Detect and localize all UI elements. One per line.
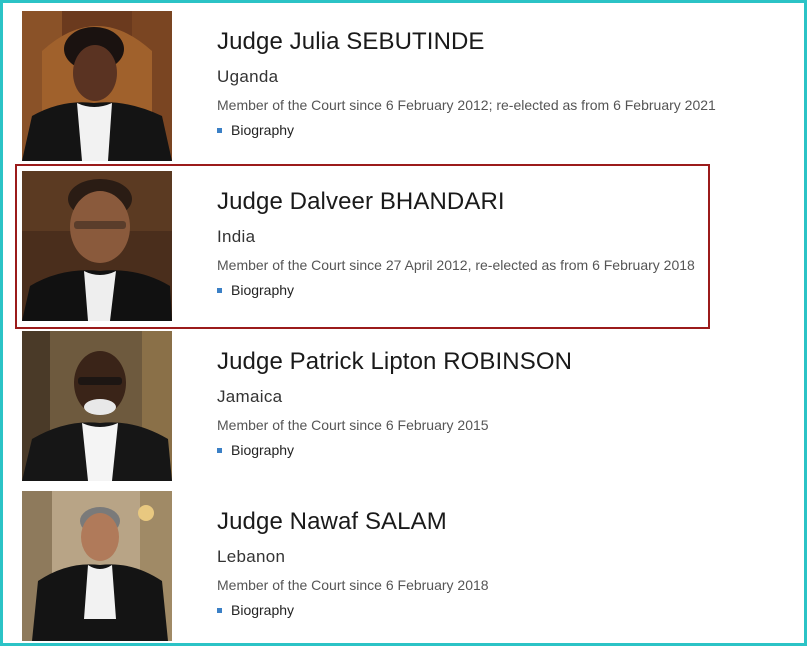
- judge-photo[interactable]: [22, 491, 172, 641]
- square-bullet-icon: [217, 447, 222, 453]
- biography-link[interactable]: Biography: [217, 442, 294, 458]
- judge-membership: Member of the Court since 6 February 201…: [217, 97, 716, 113]
- judge-name: Judge Nawaf SALAM: [217, 508, 447, 535]
- judge-country: Uganda: [217, 67, 279, 86]
- judge-photo[interactable]: [22, 11, 172, 161]
- judge-entry-salam: Judge Nawaf SALAM Lebanon Member of the …: [22, 491, 762, 641]
- biography-link-label: Biography: [231, 122, 295, 138]
- judge-membership: Member of the Court since 6 February 201…: [217, 577, 489, 593]
- judge-country: Lebanon: [217, 547, 286, 566]
- selection-highlight-box: [15, 164, 710, 329]
- biography-link[interactable]: Biography: [217, 122, 294, 138]
- biography-link[interactable]: Biography: [217, 602, 294, 618]
- biography-link-label: Biography: [231, 602, 295, 618]
- judge-entry-robinson: Judge Patrick Lipton ROBINSON Jamaica Me…: [22, 331, 762, 481]
- judge-photo[interactable]: [22, 331, 172, 481]
- judge-name: Judge Julia SEBUTINDE: [217, 28, 485, 55]
- judge-entry-sebutinde: Judge Julia SEBUTINDE Uganda Member of t…: [22, 11, 762, 161]
- judge-country: Jamaica: [217, 387, 283, 406]
- square-bullet-icon: [217, 607, 222, 613]
- biography-link-label: Biography: [231, 442, 295, 458]
- judge-name: Judge Patrick Lipton ROBINSON: [217, 348, 573, 375]
- square-bullet-icon: [217, 127, 222, 133]
- judge-membership: Member of the Court since 6 February 201…: [217, 417, 489, 433]
